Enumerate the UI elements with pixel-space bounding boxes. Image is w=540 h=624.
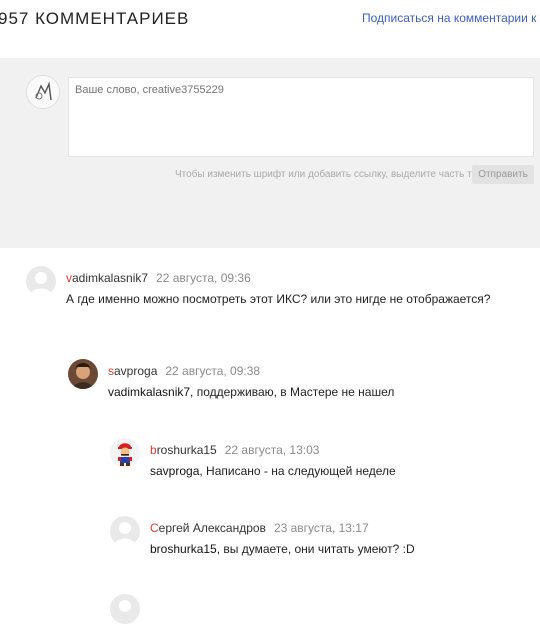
avatar[interactable] [68,359,98,389]
mario-avatar-icon [110,438,140,468]
reply-to[interactable]: vadimkalasnik7, [108,385,193,399]
avatar[interactable] [26,266,56,296]
avatar[interactable] [110,438,140,468]
comment-author[interactable]: broshurka15 [150,443,217,457]
default-avatar-icon [110,594,140,624]
reply-to[interactable]: savproga, [150,464,203,478]
subscribe-link[interactable]: Подписаться на комментарии к по [362,11,540,25]
avatar-sketch-icon [27,76,59,108]
comment-date[interactable]: 23 августа, 13:17 [274,521,369,535]
default-avatar-icon [110,516,140,546]
comment-author[interactable]: savproga [108,364,157,378]
comment-text: А где именно можно посмотреть этот ИКС? … [66,292,491,306]
comment-meta: broshurka15 22 августа, 13:03 [150,443,319,457]
comment-date[interactable]: 22 августа, 09:36 [156,271,251,285]
user-avatar [26,75,60,109]
default-avatar-icon [26,266,56,296]
user-photo-icon [68,359,98,389]
avatar[interactable] [110,516,140,546]
comment-date[interactable]: 22 августа, 09:38 [165,364,260,378]
comment-text: savproga, Написано - на следующей неделе [150,464,396,478]
comment-date[interactable]: 22 августа, 13:03 [225,443,320,457]
comment-author[interactable]: vadimkalasnik7 [66,271,148,285]
comment-meta: Сергей Александров 23 августа, 13:17 [150,521,369,535]
reply-to[interactable]: broshurka15, [150,542,220,556]
comment-text: vadimkalasnik7, поддерживаю, в Мастере н… [108,385,395,399]
avatar[interactable] [110,594,140,624]
comments-header: 957 КОММЕНТАРИЕВ Подписаться на коммента… [0,0,540,40]
send-button[interactable]: Отправить [472,165,534,184]
format-hint: Чтобы изменить шрифт или добавить ссылку… [175,169,500,180]
comment-meta: vadimkalasnik7 22 августа, 09:36 [66,271,251,285]
comment-meta: savproga 22 августа, 09:38 [108,364,260,378]
comment-text: broshurka15, вы думаете, они читать умею… [150,542,415,556]
comment-input[interactable] [68,77,534,157]
comment-author[interactable]: Сергей Александров [150,521,266,535]
comments-count: 957 КОММЕНТАРИЕВ [0,9,190,28]
